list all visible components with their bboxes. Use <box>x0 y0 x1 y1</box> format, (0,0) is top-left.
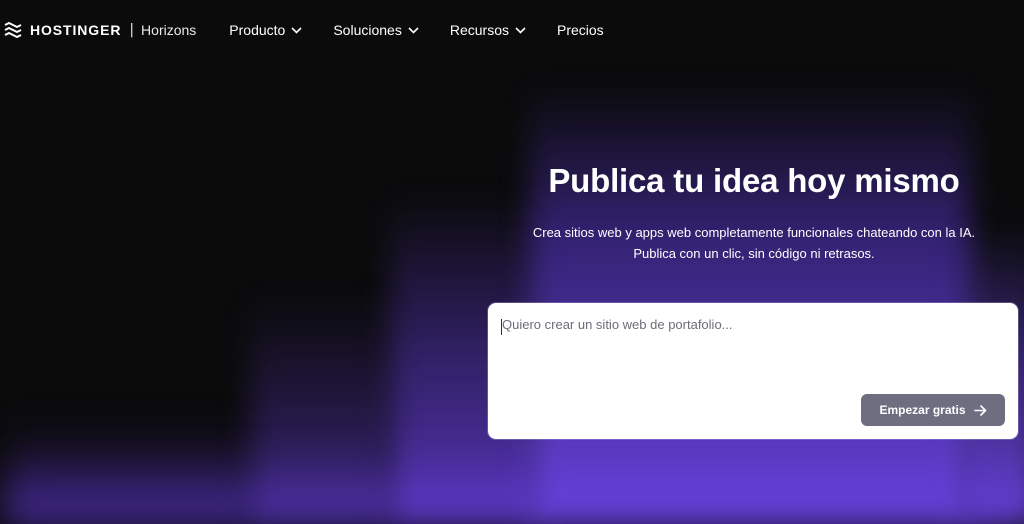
brand-name: HOSTINGER <box>30 22 122 38</box>
nav-item-precios[interactable]: Precios <box>557 22 604 38</box>
nav-item-label: Precios <box>556 22 604 38</box>
hero-subtitle: Crea sitios web y apps web completamente… <box>488 222 1020 264</box>
chevron-down-icon <box>291 26 302 34</box>
nav-item-producto[interactable]: Producto <box>229 22 302 38</box>
glow-column <box>0 454 1024 524</box>
nav-item-label: Recursos <box>449 22 509 38</box>
arrow-right-icon <box>973 404 986 416</box>
nav-item-label: Soluciones <box>333 22 402 38</box>
brand-separator: | <box>129 22 135 38</box>
prompt-card: Empezar gratis <box>488 303 1018 439</box>
brand-logo[interactable]: HOSTINGER | Horizons <box>4 0 196 60</box>
main-nav: Producto Soluciones Recursos Precios <box>229 22 634 38</box>
start-free-button-label: Empezar gratis <box>879 403 966 417</box>
nav-item-recursos[interactable]: Recursos <box>450 22 526 38</box>
top-navigation: HOSTINGER | Horizons Producto Soluciones… <box>0 0 1024 60</box>
start-free-button[interactable]: Empezar gratis <box>861 394 1005 426</box>
chevron-down-icon <box>515 26 526 34</box>
page: HOSTINGER | Horizons Producto Soluciones… <box>0 0 1024 524</box>
text-caret <box>501 319 502 335</box>
hero-subtitle-line: Crea sitios web y apps web completamente… <box>532 225 976 240</box>
nav-item-label: Producto <box>229 22 286 38</box>
nav-item-soluciones[interactable]: Soluciones <box>333 22 419 38</box>
product-name: Horizons <box>141 22 197 38</box>
hero-title: Publica tu idea hoy mismo <box>548 162 960 199</box>
prompt-input[interactable] <box>502 317 1002 377</box>
hostinger-logo-icon <box>4 22 22 38</box>
hero-subtitle-line: Publica con un clic, sin código ni retra… <box>633 246 875 261</box>
chevron-down-icon <box>408 26 419 34</box>
